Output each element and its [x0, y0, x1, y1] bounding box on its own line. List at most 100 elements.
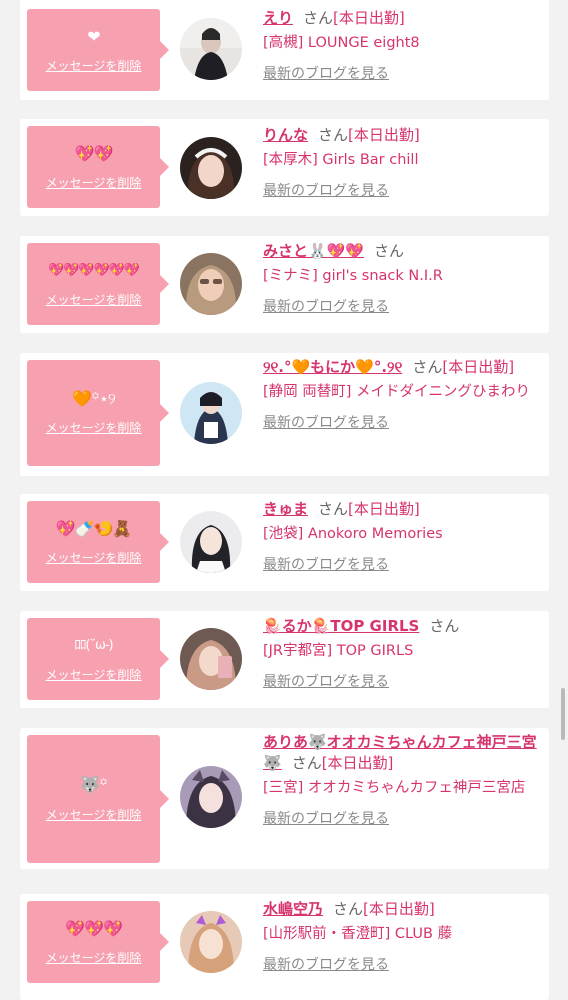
name-line: ありあ🐺オオカミちゃんカフェ神戸三宮🐺 さん[本日出勤]: [263, 732, 545, 774]
blog-link[interactable]: 最新のブログを見る: [263, 556, 389, 574]
message-emoji: ﾛﾛ(˘ω-): [74, 638, 113, 653]
avatar-photo: [180, 511, 242, 573]
shop-name: [静岡 両替町] メイドダイニングひまわり: [263, 384, 531, 400]
honorific: さん: [291, 754, 322, 772]
list-item: 💖💖 メッセージを削除 りんな さん[本日出勤] [本厚木] Girls Bar …: [20, 119, 549, 216]
delete-message-button[interactable]: メッセージを削除: [27, 551, 160, 565]
list-item: 🧡꙳⋆୨ メッセージを削除 ୨୧.°🧡もにか🧡°.୨୧ さん[本日出勤] [静岡 …: [20, 353, 549, 476]
blog-link[interactable]: 最新のブログを見る: [263, 298, 389, 316]
name-line: きゅま さん[本日出勤]: [263, 499, 545, 520]
message-bubble: ﾛﾛ(˘ω-) メッセージを削除: [27, 618, 169, 700]
message-emoji: ❤: [87, 27, 100, 46]
message-bubble: 💖💖💖💖💖💖 メッセージを削除: [27, 243, 169, 325]
shop-name: [JR宇都宮] TOP GIRLS: [263, 643, 414, 659]
cast-name-link[interactable]: えり: [263, 9, 293, 27]
name-line: ୨୧.°🧡もにか🧡°.୨୧ さん[本日出勤]: [263, 357, 545, 378]
message-bubble: ❤ メッセージを削除: [27, 9, 169, 91]
scrollbar-thumb[interactable]: [561, 688, 565, 740]
cast-name-link[interactable]: 🪼るか🪼TOP GIRLS: [263, 617, 419, 635]
blog-link[interactable]: 最新のブログを見る: [263, 673, 389, 691]
shop-name: [池袋] Anokoro Memories: [263, 526, 443, 542]
shop-name: [山形駅前・香澄町] CLUB 藤: [263, 926, 453, 942]
honorific: さん: [412, 358, 443, 376]
delete-message-button[interactable]: メッセージを削除: [27, 808, 160, 822]
list-item: 💖💖💖💖💖💖 メッセージを削除 みさと🐰💖💖 さん [ミナミ] girl's sn…: [20, 236, 549, 333]
honorific: さん: [318, 126, 349, 144]
list-item: ﾛﾛ(˘ω-) メッセージを削除 🪼るか🪼TOP GIRLS さん [JR宇都宮]…: [20, 611, 549, 708]
honorific: さん: [318, 500, 349, 518]
blog-link[interactable]: 最新のブログを見る: [263, 414, 389, 432]
honorific: さん: [429, 617, 460, 635]
cast-name-link[interactable]: きゅま: [263, 500, 308, 518]
message-emoji: 💖💖: [74, 144, 114, 163]
attendance-status: [本日出勤]: [363, 900, 435, 918]
message-emoji: 🧡꙳⋆୨: [72, 389, 116, 408]
message-emoji: 💖💖💖: [65, 919, 123, 938]
attendance-status: [本日出勤]: [321, 754, 394, 772]
message-bubble: 💖💖💖 メッセージを削除: [27, 901, 169, 983]
message-bubble: 💖🍼🍤🧸 メッセージを削除: [27, 501, 169, 583]
avatar-photo: [180, 766, 242, 828]
cast-name-link[interactable]: ୨୧.°🧡もにか🧡°.୨୧: [263, 358, 402, 376]
delete-message-button[interactable]: メッセージを削除: [27, 59, 160, 73]
delete-message-button[interactable]: メッセージを削除: [27, 176, 160, 190]
blog-link[interactable]: 最新のブログを見る: [263, 810, 389, 828]
avatar[interactable]: [180, 137, 242, 199]
honorific: さん: [333, 900, 364, 918]
cast-info: ありあ🐺オオカミちゃんカフェ神戸三宮🐺 さん[本日出勤] [三宮] オオカミちゃん…: [263, 732, 545, 828]
shop-name: [高槻] LOUNGE eight8: [263, 35, 420, 51]
honorific: さん: [374, 242, 405, 260]
attendance-status: [本日出勤]: [348, 126, 420, 144]
cast-info: みさと🐰💖💖 さん [ミナミ] girl's snack N.I.R 最新のブログ…: [263, 241, 545, 316]
avatar[interactable]: [180, 511, 242, 573]
avatar[interactable]: [180, 18, 242, 80]
avatar[interactable]: [180, 253, 242, 315]
avatar-photo: [180, 253, 242, 315]
avatar-photo: [180, 628, 242, 690]
name-line: 🪼るか🪼TOP GIRLS さん: [263, 616, 545, 637]
blog-link[interactable]: 最新のブログを見る: [263, 65, 389, 83]
delete-message-button[interactable]: メッセージを削除: [27, 293, 160, 307]
delete-message-button[interactable]: メッセージを削除: [27, 668, 160, 682]
message-emoji: 💖💖💖💖💖💖: [47, 263, 140, 278]
blog-link[interactable]: 最新のブログを見る: [263, 182, 389, 200]
cast-name-link[interactable]: りんな: [263, 126, 308, 144]
honorific: さん: [303, 9, 334, 27]
cast-info: りんな さん[本日出勤] [本厚木] Girls Bar chill 最新のブログ…: [263, 125, 545, 200]
message-bubble: 🧡꙳⋆୨ メッセージを削除: [27, 360, 169, 466]
message-emoji: 🐺꙳: [80, 775, 108, 794]
avatar-photo: [180, 18, 242, 80]
shop-name: [三宮] オオカミちゃんカフェ神戸三宮店: [263, 780, 526, 796]
avatar-photo: [180, 382, 242, 444]
name-line: みさと🐰💖💖 さん: [263, 241, 545, 262]
avatar[interactable]: [180, 382, 242, 444]
avatar[interactable]: [180, 911, 242, 973]
list-item: ❤ メッセージを削除 えり さん[本日出勤] [高槻] LOUNGE eight8…: [20, 0, 549, 100]
list-item: 💖💖💖 メッセージを削除 水嶋空乃 さん[本日出勤] [山形駅前・香澄町] CLU…: [20, 894, 549, 1000]
cast-info: 🪼るか🪼TOP GIRLS さん [JR宇都宮] TOP GIRLS 最新のブログ…: [263, 616, 545, 691]
cast-name-link[interactable]: 水嶋空乃: [263, 900, 323, 918]
delete-message-button[interactable]: メッセージを削除: [27, 421, 160, 435]
avatar-photo: [180, 137, 242, 199]
name-line: えり さん[本日出勤]: [263, 8, 545, 29]
message-emoji: 💖🍼🍤🧸: [55, 519, 133, 538]
shop-name: [本厚木] Girls Bar chill: [263, 152, 419, 168]
cast-info: 水嶋空乃 さん[本日出勤] [山形駅前・香澄町] CLUB 藤 最新のブログを見る: [263, 899, 545, 974]
avatar[interactable]: [180, 766, 242, 828]
attendance-status: [本日出勤]: [333, 9, 405, 27]
attendance-status: [本日出勤]: [348, 500, 420, 518]
cast-info: きゅま さん[本日出勤] [池袋] Anokoro Memories 最新のブログ…: [263, 499, 545, 574]
blog-link[interactable]: 最新のブログを見る: [263, 956, 389, 974]
delete-message-button[interactable]: メッセージを削除: [27, 951, 160, 965]
shop-name: [ミナミ] girl's snack N.I.R: [263, 268, 443, 284]
name-line: 水嶋空乃 さん[本日出勤]: [263, 899, 545, 920]
message-bubble: 💖💖 メッセージを削除: [27, 126, 169, 208]
cast-name-link[interactable]: みさと🐰💖💖: [263, 242, 364, 260]
message-bubble: 🐺꙳ メッセージを削除: [27, 735, 169, 863]
name-line: りんな さん[本日出勤]: [263, 125, 545, 146]
avatar[interactable]: [180, 628, 242, 690]
list-item: 💖🍼🍤🧸 メッセージを削除 きゅま さん[本日出勤] [池袋] Anokoro M…: [20, 494, 549, 591]
cast-info: ୨୧.°🧡もにか🧡°.୨୧ さん[本日出勤] [静岡 両替町] メイドダイニングひ…: [263, 357, 545, 432]
list-item: 🐺꙳ メッセージを削除 ありあ🐺オオカミちゃんカフェ神戸三宮🐺 さん[本日出勤] …: [20, 728, 549, 869]
attendance-status: [本日出勤]: [442, 358, 515, 376]
